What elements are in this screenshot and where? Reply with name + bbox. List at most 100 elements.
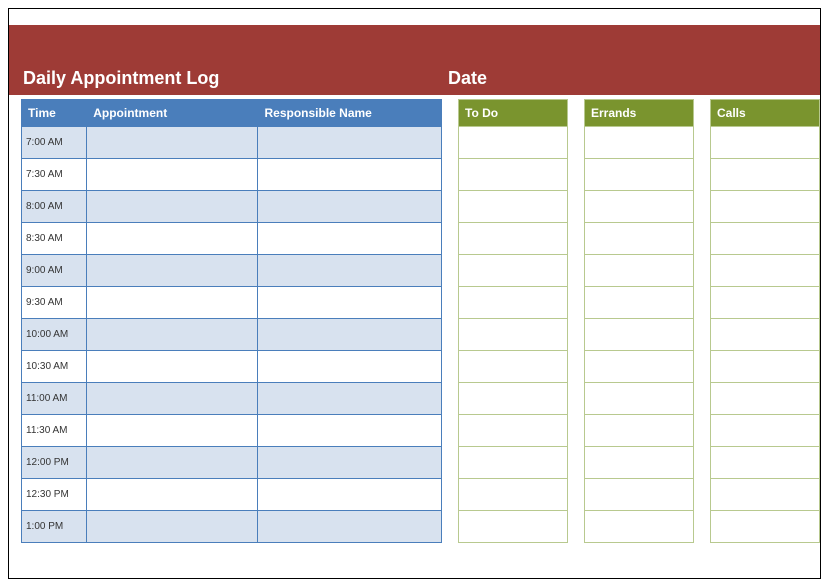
side-column: Calls [710,99,820,543]
side-cell[interactable] [585,415,694,447]
side-cell[interactable] [585,223,694,255]
side-cell[interactable] [711,159,820,191]
cell-time[interactable]: 7:30 AM [22,159,87,191]
side-row [711,383,820,415]
cell-appointment[interactable] [87,127,258,159]
cell-appointment[interactable] [87,415,258,447]
side-cell[interactable] [459,415,568,447]
cell-responsible[interactable] [258,191,442,223]
cell-appointment[interactable] [87,159,258,191]
side-row [711,511,820,543]
cell-time[interactable]: 7:00 AM [22,127,87,159]
cell-appointment[interactable] [87,383,258,415]
cell-appointment[interactable] [87,447,258,479]
side-cell[interactable] [711,255,820,287]
cell-time[interactable]: 9:30 AM [22,287,87,319]
cell-time[interactable]: 9:00 AM [22,255,87,287]
side-row [585,287,694,319]
side-cell[interactable] [585,383,694,415]
side-cell[interactable] [459,223,568,255]
cell-time[interactable]: 12:30 PM [22,479,87,511]
cell-appointment[interactable] [87,351,258,383]
side-cell[interactable] [585,255,694,287]
side-cell[interactable] [711,511,820,543]
cell-responsible[interactable] [258,351,442,383]
cell-time[interactable]: 12:00 PM [22,447,87,479]
side-cell[interactable] [711,191,820,223]
side-row [459,351,568,383]
side-cell[interactable] [585,319,694,351]
side-cell[interactable] [711,351,820,383]
side-cell[interactable] [585,479,694,511]
side-cell[interactable] [711,287,820,319]
cell-appointment[interactable] [87,191,258,223]
cell-time[interactable]: 8:00 AM [22,191,87,223]
cell-responsible[interactable] [258,447,442,479]
side-cell[interactable] [585,287,694,319]
cell-time[interactable]: 10:30 AM [22,351,87,383]
cell-responsible[interactable] [258,159,442,191]
cell-responsible[interactable] [258,415,442,447]
side-cell[interactable] [459,383,568,415]
side-cell[interactable] [459,191,568,223]
cell-appointment[interactable] [87,319,258,351]
side-row [585,511,694,543]
side-cell[interactable] [459,127,568,159]
side-cell[interactable] [711,223,820,255]
cell-responsible[interactable] [258,511,442,543]
cell-time[interactable]: 11:00 AM [22,383,87,415]
side-cell[interactable] [585,351,694,383]
side-cell[interactable] [711,479,820,511]
appointment-table: Time Appointment Responsible Name 7:00 A… [21,99,442,543]
cell-time[interactable]: 1:00 PM [22,511,87,543]
page-container: Daily Appointment Log Date Time Appointm… [8,8,821,579]
side-cell[interactable] [711,383,820,415]
side-cell[interactable] [585,191,694,223]
cell-appointment[interactable] [87,255,258,287]
cell-appointment[interactable] [87,479,258,511]
cell-responsible[interactable] [258,383,442,415]
cell-time[interactable]: 10:00 AM [22,319,87,351]
appointment-row: 12:30 PM [22,479,442,511]
side-row [459,255,568,287]
side-row [459,127,568,159]
side-cell[interactable] [459,447,568,479]
side-cell[interactable] [459,159,568,191]
side-panels: To DoErrandsCalls [458,99,820,543]
cell-responsible[interactable] [258,319,442,351]
side-row [585,383,694,415]
side-row [585,479,694,511]
side-cell[interactable] [711,415,820,447]
side-cell[interactable] [459,511,568,543]
side-column: Errands [584,99,694,543]
side-cell[interactable] [585,511,694,543]
cell-time[interactable]: 11:30 AM [22,415,87,447]
side-cell[interactable] [711,447,820,479]
cell-appointment[interactable] [87,511,258,543]
side-row [585,319,694,351]
side-cell[interactable] [459,479,568,511]
side-cell[interactable] [585,159,694,191]
cell-responsible[interactable] [258,287,442,319]
banner-date-label: Date [434,68,487,89]
side-row [585,127,694,159]
side-cell[interactable] [711,127,820,159]
side-cell[interactable] [459,255,568,287]
side-header: Errands [585,100,694,127]
side-cell[interactable] [459,351,568,383]
side-cell[interactable] [459,287,568,319]
cell-appointment[interactable] [87,223,258,255]
cell-responsible[interactable] [258,255,442,287]
cell-appointment[interactable] [87,287,258,319]
side-row [711,127,820,159]
side-cell[interactable] [585,447,694,479]
side-cell[interactable] [585,127,694,159]
cell-responsible[interactable] [258,223,442,255]
side-cell[interactable] [711,319,820,351]
cell-time[interactable]: 8:30 AM [22,223,87,255]
side-row [459,319,568,351]
cell-responsible[interactable] [258,127,442,159]
side-cell[interactable] [459,319,568,351]
side-row [711,159,820,191]
cell-responsible[interactable] [258,479,442,511]
